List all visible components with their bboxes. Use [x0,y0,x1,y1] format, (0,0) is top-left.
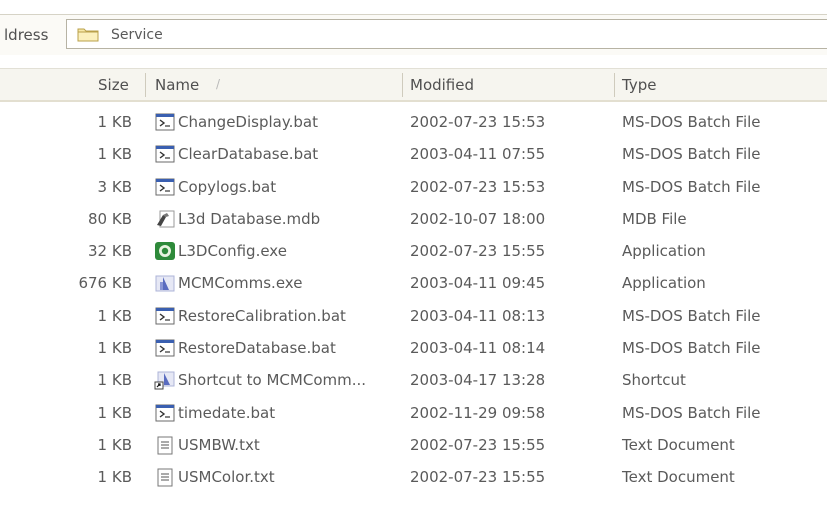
window-top-strip [0,0,827,12]
file-modified: 2002-07-23 15:53 [410,177,546,196]
file-modified: 2002-07-23 15:55 [410,242,546,261]
table-row[interactable]: 1 KB ChangeDisplay.bat 2002-07-23 15:53 MS-… [0,106,827,138]
file-modified: 2002-07-23 15:55 [410,435,546,454]
file-name[interactable]: Copylogs.bat [178,178,276,196]
table-row[interactable]: 1 KB Shortcut to MCMComm... 2003-04-17 13:… [0,364,827,396]
file-type: Application [622,274,706,293]
file-size: 1 KB [97,113,132,131]
file-size: 80 KB [88,209,132,228]
file-name[interactable]: ChangeDisplay.bat [178,113,318,131]
shortcut-icon [154,371,175,390]
file-modified: 2003-04-11 07:55 [410,145,546,164]
file-modified: 2003-04-11 08:13 [410,306,546,325]
file-type: MS-DOS Batch File [622,145,761,164]
file-size: 1 KB [97,371,132,390]
file-size: 32 KB [88,242,132,261]
batch-file-icon [155,339,175,357]
file-type: MS-DOS Batch File [622,306,761,325]
batch-file-icon [155,307,175,325]
column-header-size[interactable]: Size [98,76,129,94]
file-modified: 2002-10-07 18:00 [410,209,546,228]
file-name[interactable]: timedate.bat [178,404,275,422]
batch-file-icon [155,145,175,163]
file-modified: 2002-07-23 15:55 [410,468,546,487]
file-size: 1 KB [97,468,132,487]
mdb-file-icon [157,210,175,228]
address-field[interactable]: Service [66,19,827,49]
file-size: 3 KB [97,177,132,196]
table-row[interactable]: 676 KB MCMComms.exe 2003-04-11 09:45 Applic… [0,267,827,299]
folder-icon [77,28,99,42]
comms-app-icon [155,275,175,292]
file-name[interactable]: USMColor.txt [178,468,275,486]
table-row[interactable]: 3 KB Copylogs.bat 2002-07-23 15:53 MS-DOS B… [0,171,827,203]
file-type: Application [622,242,706,261]
file-size: 1 KB [97,435,132,454]
file-modified: 2002-07-23 15:53 [410,113,546,131]
file-size: 1 KB [97,403,132,422]
table-row[interactable]: 1 KB ClearDatabase.bat 2003-04-11 07:55 MS-… [0,138,827,170]
file-type: MS-DOS Batch File [622,113,761,131]
file-name[interactable]: MCMComms.exe [178,274,302,292]
address-bar: ldress Service [0,14,827,56]
file-modified: 2003-04-17 13:28 [410,371,546,390]
file-name[interactable]: L3d Database.mdb [178,210,320,228]
file-size: 676 KB [78,274,132,293]
file-type: MS-DOS Batch File [622,403,761,422]
text-file-icon [157,468,173,487]
file-modified: 2003-04-11 09:45 [410,274,546,293]
column-header-type[interactable]: Type [622,76,656,94]
table-row[interactable]: 1 KB RestoreDatabase.bat 2003-04-11 08:14 M… [0,332,827,364]
file-type: MS-DOS Batch File [622,177,761,196]
table-row[interactable]: 1 KB USMColor.txt 2002-07-23 15:55 Text Doc… [0,461,827,493]
address-value: Service [111,27,163,43]
file-type: MS-DOS Batch File [622,339,761,358]
column-divider[interactable] [402,73,403,97]
text-file-icon [157,436,173,455]
file-name[interactable]: ClearDatabase.bat [178,145,318,163]
file-size: 1 KB [97,145,132,164]
address-label: ldress [4,26,49,44]
table-row[interactable]: 32 KB L3DConfig.exe 2002-07-23 15:55 Applic… [0,235,827,267]
file-size: 1 KB [97,339,132,358]
column-divider[interactable] [145,73,146,97]
file-name[interactable]: L3DConfig.exe [178,242,287,260]
file-type: Text Document [622,468,735,487]
sort-indicator-icon: / [216,77,221,91]
column-header-name[interactable]: Name [155,76,199,94]
file-type: MDB File [622,209,687,228]
batch-file-icon [155,178,175,196]
file-modified: 2002-11-29 09:58 [410,403,546,422]
file-type: Shortcut [622,371,686,390]
file-modified: 2003-04-11 08:14 [410,339,546,358]
config-app-icon [155,242,175,261]
file-name[interactable]: Shortcut to MCMComm... [178,371,366,389]
column-header-modified[interactable]: Modified [410,76,474,94]
batch-file-icon [155,404,175,422]
table-row[interactable]: 1 KB timedate.bat 2002-11-29 09:58 MS-DOS B… [0,397,827,429]
column-header-row: Size Name / Modified Type [0,68,827,102]
table-row[interactable]: 80 KB L3d Database.mdb 2002-10-07 18:00 MDB… [0,203,827,235]
table-row[interactable]: 1 KB RestoreCalibration.bat 2003-04-11 08:… [0,300,827,332]
table-row[interactable]: 1 KB USMBW.txt 2002-07-23 15:55 Text Docume… [0,429,827,461]
file-name[interactable]: USMBW.txt [178,436,260,454]
file-list: 1 KB ChangeDisplay.bat 2002-07-23 15:53 MS-… [0,106,827,494]
column-divider[interactable] [614,73,615,97]
file-type: Text Document [622,435,735,454]
spacer [0,55,827,68]
file-name[interactable]: RestoreCalibration.bat [178,307,346,325]
batch-file-icon [155,113,175,131]
file-name[interactable]: RestoreDatabase.bat [178,339,336,357]
file-size: 1 KB [97,306,132,325]
